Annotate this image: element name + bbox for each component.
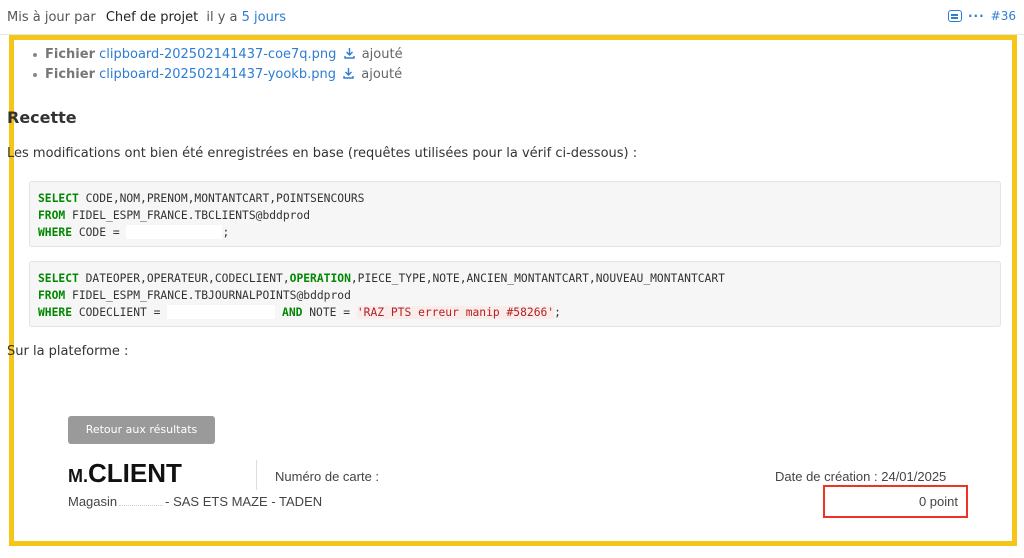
- update-prefix: Mis à jour par: [7, 10, 96, 25]
- attachment-kind: Fichier: [45, 47, 95, 62]
- ago-link[interactable]: 5 jours: [242, 10, 286, 25]
- bullet: [33, 52, 37, 57]
- list-item: Fichier clipboard-202502141437-yookb.png…: [33, 65, 403, 85]
- journal-header: Mis à jour par Chef de projet il y a 5 j…: [0, 0, 1024, 35]
- platform-paragraph: Sur la plateforme :: [7, 344, 129, 359]
- update-info: Mis à jour par Chef de projet il y a 5 j…: [7, 10, 286, 25]
- redacted-value: [119, 497, 164, 506]
- card-number-label: Numéro de carte :: [275, 469, 380, 484]
- sql-text: FIDEL_ESPM_FRANCE.TBJOURNALPOINTS@bddpro…: [65, 289, 351, 302]
- sql-keyword: OPERATION: [289, 272, 351, 285]
- sql-text: CODE,NOM,PRENOM,MONTANTCART,POINTSENCOUR…: [78, 192, 365, 205]
- sql-text: ,PIECE_TYPE,NOTE,ANCIEN_MONTANTCART,NOUV…: [350, 272, 725, 285]
- list-item: Fichier clipboard-202502141437-coe7q.png…: [33, 45, 403, 65]
- sql-text: CODE =: [72, 226, 127, 239]
- store-suffix: - SAS ETS MAZE - TADEN: [165, 494, 323, 509]
- attachment-link[interactable]: clipboard-202502141437-coe7q.png: [99, 47, 336, 62]
- sql-text: CODECLIENT =: [72, 306, 168, 319]
- sql-keyword: FROM: [38, 289, 66, 302]
- client-title-name: CLIENT: [88, 458, 182, 488]
- creation-date: Date de création : 24/01/2025: [775, 469, 947, 484]
- attachment-status: ajouté: [361, 67, 403, 82]
- journal-number[interactable]: #36: [991, 9, 1016, 23]
- store-prefix: Magasin: [68, 494, 118, 509]
- download-icon[interactable]: [343, 67, 354, 79]
- sql-string: 'RAZ PTS erreur manip #58266': [356, 306, 555, 319]
- sql-text: NOTE =: [302, 306, 357, 319]
- header-actions: ··· #36: [947, 9, 1016, 23]
- sql-keyword: FROM: [38, 209, 66, 222]
- ago-prefix: il y a: [206, 10, 238, 25]
- attachment-link[interactable]: clipboard-202502141437-yookb.png: [99, 67, 336, 82]
- download-icon[interactable]: [343, 47, 355, 59]
- attachment-kind: Fichier: [45, 67, 95, 82]
- description-paragraph: Les modifications ont bien été enregistr…: [7, 146, 638, 161]
- points-value: 0 point: [918, 494, 958, 509]
- back-to-results-button[interactable]: Retour aux résultats: [68, 416, 215, 444]
- redacted-value: [167, 305, 276, 319]
- sql-text: FIDEL_ESPM_FRANCE.TBCLIENTS@bddprod: [65, 209, 311, 222]
- redacted-value: [126, 225, 223, 239]
- more-actions-icon[interactable]: ···: [968, 9, 985, 23]
- sql-code-block-2: SELECT DATEOPER,OPERATEUR,CODECLIENT,OPE…: [29, 261, 1001, 327]
- sql-text: ;: [222, 226, 230, 239]
- sql-keyword: AND: [282, 306, 303, 319]
- sql-text: DATEOPER,OPERATEUR,CODECLIENT,: [78, 272, 290, 285]
- store-info: Magasin - SAS ETS MAZE - TADEN: [68, 494, 322, 509]
- bullet: [33, 72, 37, 77]
- sql-keyword: WHERE: [38, 226, 73, 239]
- attachments-list: Fichier clipboard-202502141437-coe7q.png…: [33, 45, 403, 85]
- sql-keyword: SELECT: [38, 192, 79, 205]
- section-title: Recette: [7, 108, 77, 127]
- divider: [256, 460, 257, 490]
- sql-code-block-1: SELECT CODE,NOM,PRENOM,MONTANTCART,POINT…: [29, 181, 1001, 247]
- comment-icon[interactable]: [947, 10, 962, 22]
- sql-text: ;: [554, 306, 561, 319]
- sql-keyword: SELECT: [38, 272, 79, 285]
- author-link[interactable]: Chef de projet: [106, 10, 198, 25]
- client-title-prefix: M.: [68, 466, 88, 486]
- client-title: M.CLIENT: [68, 458, 182, 489]
- attachment-status: ajouté: [361, 47, 403, 62]
- sql-keyword: WHERE: [38, 306, 73, 319]
